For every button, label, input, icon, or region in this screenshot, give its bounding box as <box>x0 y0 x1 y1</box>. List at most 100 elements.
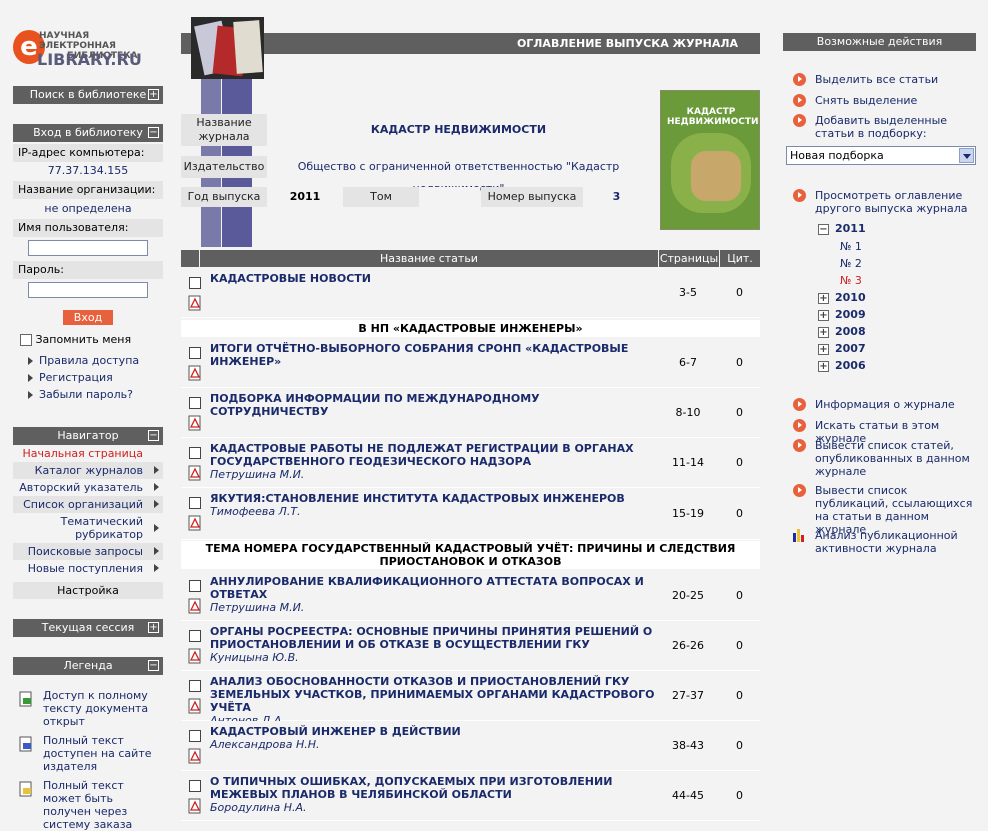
article-checkbox[interactable] <box>189 580 201 592</box>
analysis-link[interactable]: Анализ публикационной активности журнала <box>793 529 973 555</box>
remember-me[interactable]: Запомнить меня <box>20 333 131 347</box>
article-checkbox[interactable] <box>189 730 201 742</box>
login-panel-bar[interactable]: Вход в библиотеку − <box>13 124 163 142</box>
elibrary-logo[interactable]: e НАУЧНАЯ ЭЛЕКТРОННАЯ БИБЛИОТЕКА LIBRARY.… <box>13 28 163 72</box>
pdf-icon[interactable] <box>187 698 203 714</box>
nav-search-queries[interactable]: Поисковые запросы <box>13 543 163 560</box>
access-rules-link[interactable]: Правила доступа <box>28 352 139 369</box>
deselect-link[interactable]: Снять выделение <box>793 94 973 107</box>
article-author[interactable]: Петрушина М.И. <box>210 468 655 481</box>
collection-select[interactable]: Новая подборка <box>786 146 976 165</box>
add-to-collection-link[interactable]: Добавить выделенные статьи в подборку: <box>793 114 973 140</box>
article-title-link[interactable]: О ТИПИЧНЫХ ОШИБКАХ, ДОПУСКАЕМЫХ ПРИ ИЗГО… <box>210 775 612 801</box>
collapse-icon[interactable]: − <box>148 430 159 441</box>
arrow-circle-icon <box>793 189 806 202</box>
journal-info-link[interactable]: Информация о журнале <box>793 398 973 411</box>
expand-icon[interactable]: + <box>148 622 159 633</box>
pdf-icon[interactable] <box>187 295 203 311</box>
article-citations: 0 <box>719 338 760 387</box>
pdf-icon[interactable] <box>187 798 203 814</box>
article-citations: 0 <box>719 388 760 437</box>
publisher-value[interactable]: Общество с ограниченной ответственностью… <box>268 156 649 195</box>
pdf-icon[interactable] <box>187 465 203 481</box>
volume-value <box>420 187 480 207</box>
year-2011[interactable]: −2011 <box>818 222 866 236</box>
year-2009[interactable]: +2009 <box>818 308 866 322</box>
col-cit-header: Цит. <box>720 250 760 267</box>
browse-issues-link[interactable]: Просмотреть оглавление другого выпуска ж… <box>793 189 973 215</box>
forgot-password-link[interactable]: Забыли пароль? <box>28 386 139 403</box>
article-checkbox[interactable] <box>189 447 201 459</box>
article-checkbox[interactable] <box>189 497 201 509</box>
expand-icon[interactable]: + <box>148 89 159 100</box>
issue-1-link[interactable]: № 1 <box>840 240 862 254</box>
article-author[interactable]: Петрушина М.И. <box>210 601 655 614</box>
nav-organizations[interactable]: Список организаций <box>13 496 163 513</box>
article-checkbox[interactable] <box>189 780 201 792</box>
register-link[interactable]: Регистрация <box>28 369 139 386</box>
article-checkbox[interactable] <box>189 277 201 289</box>
expand-icon: + <box>818 292 829 304</box>
remember-checkbox[interactable] <box>20 334 32 346</box>
year-2006[interactable]: +2006 <box>818 359 866 373</box>
navigator-bar[interactable]: Навигатор − <box>13 427 163 445</box>
journal-cover[interactable]: КАДАСТР НЕДВИЖИМОСТИ <box>660 90 760 230</box>
pdf-icon[interactable] <box>187 515 203 531</box>
article-title-link[interactable]: КАДАСТРОВЫЕ НОВОСТИ <box>210 272 371 285</box>
article-title-link[interactable]: АНАЛИЗ ОБОСНОВАННОСТИ ОТКАЗОВ И ПРИОСТАН… <box>210 675 654 714</box>
article-author[interactable]: Тимофеева Л.Т. <box>210 505 655 518</box>
year-label: Год выпуска <box>181 187 267 207</box>
article-citations: 0 <box>719 268 760 317</box>
session-bar[interactable]: Текущая сессия + <box>13 619 163 637</box>
pdf-icon[interactable] <box>187 598 203 614</box>
nav-new-arrivals[interactable]: Новые поступления <box>13 560 163 577</box>
select-all-link[interactable]: Выделить все статьи <box>793 73 973 86</box>
search-panel-bar[interactable]: Поиск в библиотеке + <box>13 86 163 104</box>
article-author[interactable]: Бородулина Н.А. <box>210 801 655 814</box>
legend-bar[interactable]: Легенда − <box>13 657 163 675</box>
article-checkbox[interactable] <box>189 347 201 359</box>
article-checkbox[interactable] <box>189 397 201 409</box>
year-2007[interactable]: +2007 <box>818 342 866 356</box>
journal-name-value[interactable]: КАДАСТР НЕДВИЖИМОСТИ <box>268 114 649 146</box>
login-button[interactable]: Вход <box>63 310 113 325</box>
document-open-icon <box>19 691 32 707</box>
article-title-link[interactable]: ОРГАНЫ РОСРЕЕСТРА: ОСНОВНЫЕ ПРИЧИНЫ ПРИН… <box>210 625 652 651</box>
article-pages: 44-45 <box>659 771 717 820</box>
pdf-icon[interactable] <box>187 648 203 664</box>
article-title-link[interactable]: АННУЛИРОВАНИЕ КВАЛИФИКАЦИОННОГО АТТЕСТАТ… <box>210 575 644 601</box>
pdf-icon[interactable] <box>187 415 203 431</box>
year-2008[interactable]: +2008 <box>818 325 866 339</box>
collapse-icon[interactable]: − <box>148 127 159 138</box>
article-title-link[interactable]: ЯКУТИЯ:СТАНОВЛЕНИЕ ИНСТИТУТА КАДАСТРОВЫХ… <box>210 492 625 505</box>
nav-home[interactable]: Начальная страница <box>13 445 163 462</box>
year-value: 2011 <box>268 187 342 207</box>
issue-3-current[interactable]: № 3 <box>840 274 862 288</box>
pdf-icon[interactable] <box>187 748 203 764</box>
article-title-link[interactable]: КАДАСТРОВЫЕ РАБОТЫ НЕ ПОДЛЕЖАТ РЕГИСТРАЦ… <box>210 442 634 468</box>
article-author[interactable]: Куницына Ю.В. <box>210 651 655 664</box>
article-author[interactable]: Александрова Н.Н. <box>210 738 655 751</box>
list-articles-link[interactable]: Вывести список статей, опубликованных в … <box>793 439 973 478</box>
collapse-icon: − <box>818 223 829 235</box>
issue-2-link[interactable]: № 2 <box>840 257 862 271</box>
article-title-link[interactable]: ПОДБОРКА ИНФОРМАЦИИ ПО МЕЖДУНАРОДНОМУ СО… <box>210 392 540 418</box>
article-checkbox[interactable] <box>189 630 201 642</box>
article-row: 15-19 0 ЯКУТИЯ:СТАНОВЛЕНИЕ ИНСТИТУТА КАДАС… <box>181 488 760 540</box>
nav-journal-catalog[interactable]: Каталог журналов <box>13 462 163 479</box>
page-header: ОГЛАВЛЕНИЕ ВЫПУСКА ЖУРНАЛА <box>181 33 760 54</box>
collapse-icon[interactable]: − <box>148 660 159 671</box>
password-input[interactable] <box>28 282 148 298</box>
article-title-link[interactable]: КАДАСТРОВЫЙ ИНЖЕНЕР В ДЕЙСТВИИ <box>210 725 461 738</box>
nav-settings[interactable]: Настройка <box>13 582 163 599</box>
article-checkbox[interactable] <box>189 680 201 692</box>
pdf-icon[interactable] <box>187 365 203 381</box>
col-title-header: Название статьи <box>200 250 658 267</box>
nav-author-index[interactable]: Авторский указатель <box>13 479 163 496</box>
nav-rubricator[interactable]: Тематический рубрикатор <box>13 515 163 543</box>
year-2010[interactable]: +2010 <box>818 291 866 305</box>
cover-title: КАДАСТР НЕДВИЖИМОСТИ <box>667 107 759 127</box>
volume-label: Том <box>343 187 419 207</box>
username-input[interactable] <box>28 240 148 256</box>
article-title-link[interactable]: ИТОГИ ОТЧЁТНО-ВЫБОРНОГО СОБРАНИЯ СРОНП «… <box>210 342 628 368</box>
